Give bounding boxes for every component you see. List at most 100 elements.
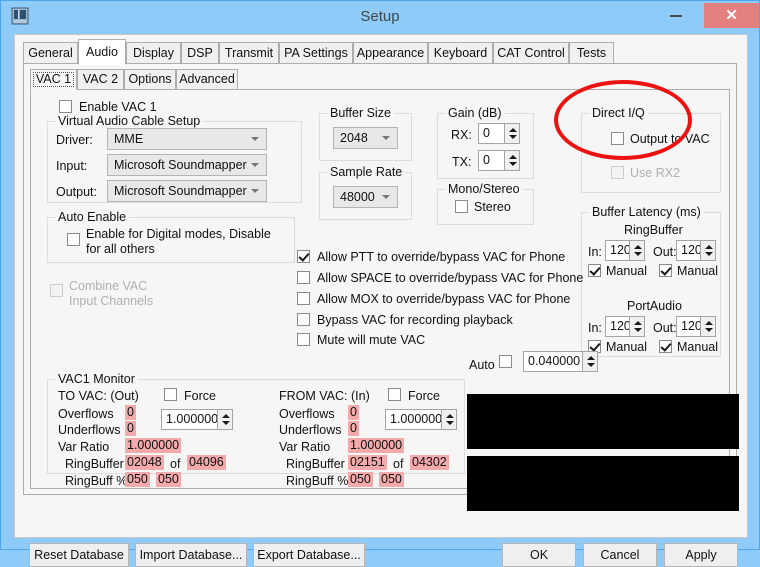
sub-tab-vac-2[interactable]: VAC 2 xyxy=(77,69,124,90)
ringbuffer-in-manual-checkbox[interactable] xyxy=(588,264,601,277)
chevron-down-icon xyxy=(251,137,259,141)
sub-tab-advanced[interactable]: Advanced xyxy=(176,69,238,90)
spinner-arrows-icon[interactable] xyxy=(441,410,456,429)
spinner-arrows-icon[interactable] xyxy=(217,410,232,429)
main-tab-cat-control[interactable]: CAT Control xyxy=(493,42,569,64)
portaudio-out-manual-checkbox[interactable] xyxy=(659,340,672,353)
auto-enable-digital-modes-label-line2: for all others xyxy=(86,242,155,256)
mute-will-mute-vac-checkbox[interactable] xyxy=(297,333,310,346)
spinner-arrows-icon[interactable] xyxy=(582,352,597,371)
ok-button[interactable]: OK xyxy=(502,543,576,567)
input-combo[interactable]: Microsoft Soundmapper - Inp xyxy=(107,154,267,176)
portaudio-out-spinner[interactable]: 120 xyxy=(676,316,716,337)
output-combo[interactable]: Microsoft Soundmapper - Ou xyxy=(107,180,267,202)
to-vac-force-label: Force xyxy=(184,389,216,403)
vac-option-checkbox-2[interactable] xyxy=(297,292,310,305)
stereo-checkbox[interactable] xyxy=(455,200,468,213)
main-tab-appearance[interactable]: Appearance xyxy=(353,42,428,64)
main-tab-display[interactable]: Display xyxy=(126,42,181,64)
vac-option-label-0: Allow PTT to override/bypass VAC for Pho… xyxy=(317,250,566,264)
to-vac-ratio-spinner[interactable]: 1.000000 xyxy=(161,409,233,430)
sub-tab-label: VAC 2 xyxy=(82,72,119,86)
ringbuffer-out-manual-label: Manual xyxy=(677,264,718,278)
sample-rate-combo[interactable]: 48000 xyxy=(333,186,398,208)
vac1-monitor-group: VAC1 Monitor TO VAC: (Out) Force 1.00000… xyxy=(47,372,465,488)
ringbuffer-out-manual-checkbox[interactable] xyxy=(659,264,672,277)
stereo-label: Stereo xyxy=(474,200,511,214)
apply-button[interactable]: Apply xyxy=(664,543,738,567)
ringbuffer-out-value: 120 xyxy=(681,243,702,257)
ringbuffer-in-manual-label: Manual xyxy=(606,264,647,278)
ringbuffer-out-spinner[interactable]: 120 xyxy=(676,240,716,261)
close-button[interactable]: ✕ xyxy=(704,3,759,28)
sub-tab-vac-1[interactable]: VAC 1 xyxy=(30,69,77,90)
gain-group: Gain (dB) RX: 0 TX: 0 xyxy=(437,106,534,179)
main-tab-pa-settings[interactable]: PA Settings xyxy=(279,42,353,64)
portaudio-in-value: 120 xyxy=(610,319,631,333)
to-vac-force-checkbox[interactable] xyxy=(164,388,177,401)
auto-enable-digital-modes-checkbox[interactable] xyxy=(67,233,80,246)
enable-vac1-label: Enable VAC 1 xyxy=(79,100,157,114)
auto-value: 0.040000 xyxy=(528,354,581,368)
spinner-arrows-icon[interactable] xyxy=(700,317,715,336)
chevron-down-icon xyxy=(251,189,259,193)
vac-option-checkbox-3[interactable] xyxy=(297,313,310,326)
use-rx2-checkbox xyxy=(611,166,624,179)
from-vac-overflows-value: 0 xyxy=(348,405,359,420)
ringbuffer-in-spinner[interactable]: 120 xyxy=(605,240,645,261)
portaudio-out-label: Out: xyxy=(653,321,677,335)
spinner-arrows-icon[interactable] xyxy=(629,241,644,260)
to-vac-var-ratio-label: Var Ratio xyxy=(58,440,110,454)
driver-combo[interactable]: MME xyxy=(107,128,267,150)
vac-option-checkbox-0[interactable] xyxy=(297,250,310,263)
main-tab-audio[interactable]: Audio xyxy=(78,39,126,65)
import-database-button[interactable]: Import Database... xyxy=(135,543,247,567)
spinner-arrows-icon[interactable] xyxy=(504,151,519,170)
sub-tab-options[interactable]: Options xyxy=(124,69,176,90)
to-vac-heading: TO VAC: (Out) xyxy=(58,389,139,403)
virtual-audio-cable-setup-group: Virtual Audio Cable Setup Driver: MME In… xyxy=(47,114,302,203)
reset-database-button[interactable]: Reset Database xyxy=(29,543,129,567)
spinner-arrows-icon[interactable] xyxy=(504,124,519,143)
buffer-size-combo[interactable]: 2048 xyxy=(333,127,398,149)
input-label: Input: xyxy=(56,159,88,173)
main-tab-keyboard[interactable]: Keyboard xyxy=(428,42,493,64)
virtual-audio-cable-setup-title: Virtual Audio Cable Setup xyxy=(55,114,204,128)
from-vac-force-label: Force xyxy=(408,389,440,403)
cancel-button[interactable]: Cancel xyxy=(583,543,657,567)
main-tab-tests[interactable]: Tests xyxy=(569,42,614,64)
export-database-button[interactable]: Export Database... xyxy=(253,543,365,567)
from-vac-ratio-value: 1.000000 xyxy=(390,412,443,426)
gain-rx-spinner[interactable]: 0 xyxy=(478,123,520,144)
mono-stereo-group: Mono/Stereo Stereo xyxy=(437,182,534,225)
auto-value-spinner[interactable]: 0.040000 xyxy=(523,351,598,372)
gain-title: Gain (dB) xyxy=(445,106,505,120)
from-vac-force-checkbox[interactable] xyxy=(388,388,401,401)
combine-vac-label-line2: Input Channels xyxy=(69,294,154,308)
output-to-vac-checkbox[interactable] xyxy=(611,132,624,145)
close-icon: ✕ xyxy=(725,7,738,24)
buffer-latency-group: Buffer Latency (ms) RingBuffer In: 120 O… xyxy=(581,205,721,357)
driver-label: Driver: xyxy=(56,133,93,147)
portaudio-in-spinner[interactable]: 120 xyxy=(605,316,645,337)
gain-tx-value: 0 xyxy=(483,153,490,167)
auto-checkbox[interactable] xyxy=(499,355,512,368)
enable-vac1-checkbox[interactable] xyxy=(59,100,72,113)
main-tab-transmit[interactable]: Transmit xyxy=(219,42,279,64)
from-vac-ratio-spinner[interactable]: 1.000000 xyxy=(385,409,457,430)
from-vac-ringbuffer-max: 04302 xyxy=(410,455,449,470)
minimize-icon xyxy=(670,15,682,17)
spinner-arrows-icon[interactable] xyxy=(629,317,644,336)
main-tab-dsp[interactable]: DSP xyxy=(181,42,219,64)
chevron-down-icon xyxy=(382,195,390,199)
output-to-vac-label: Output to VAC xyxy=(630,132,710,146)
vac-option-checkbox-1[interactable] xyxy=(297,271,310,284)
to-vac-ringbuff-pct-b: 050 xyxy=(156,472,181,487)
gain-tx-spinner[interactable]: 0 xyxy=(478,150,520,171)
from-vac-ringbuffer-label: RingBuffer xyxy=(286,457,345,471)
main-tab-general[interactable]: General xyxy=(23,42,78,64)
minimize-button[interactable] xyxy=(656,1,696,27)
auto-enable-group: Auto Enable Enable for Digital modes, Di… xyxy=(47,210,295,263)
spinner-arrows-icon[interactable] xyxy=(700,241,715,260)
ringbuffer-out-label: Out: xyxy=(653,245,677,259)
